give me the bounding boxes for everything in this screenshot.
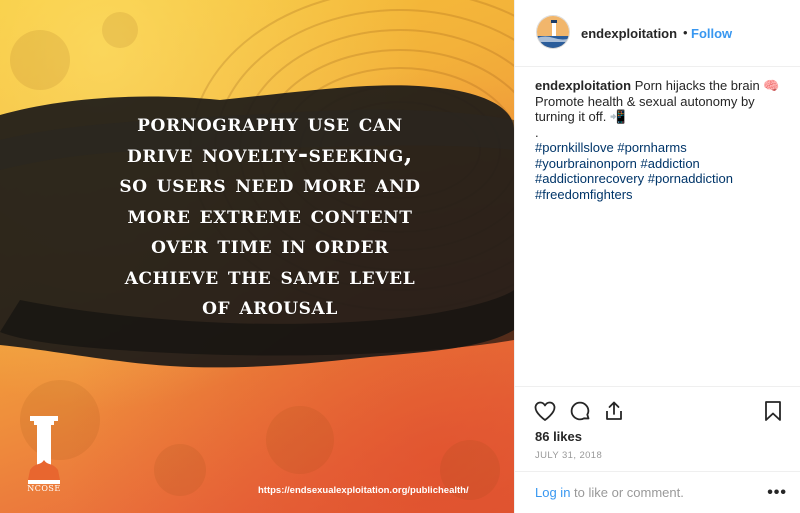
headline-line: over time in order [151,230,389,259]
caption-dot: . [535,124,539,140]
header-separator: • [683,25,688,40]
login-prompt: Log in to like or comment. [535,485,684,500]
bookmark-icon[interactable] [761,399,785,423]
likes-count[interactable]: 86 likes [535,429,582,444]
post-date[interactable]: July 31, 2018 [535,450,602,461]
caption-hashtags[interactable]: #freedomfighters [535,187,785,203]
caption-hashtags[interactable]: #pornkillslove #pornharms [535,140,785,156]
login-bar: Log in to like or comment. ••• [515,471,800,513]
caption-username[interactable]: endexploitation [535,78,631,93]
ncose-logo-text: NCOSE [27,484,61,493]
avatar[interactable] [536,15,570,49]
post-header: endexploitation • Follow [515,0,800,67]
headline-line: Pornography use can [137,108,403,137]
post-caption: endexploitation Porn hijacks the brain 🧠… [535,78,785,202]
image-headline: Pornography use can drive novelty-seekin… [70,108,470,322]
login-prompt-text: to like or comment. [570,485,684,500]
caption-hashtags[interactable]: #addictionrecovery #pornaddiction [535,171,785,187]
image-url-text: https://endsexualexploitation.org/public… [258,485,469,496]
post-image[interactable]: Pornography use can drive novelty-seekin… [0,0,514,513]
heart-icon[interactable] [533,399,557,423]
headline-line: achieve the same level [124,260,416,290]
follow-button[interactable]: Follow [691,26,732,41]
headline-line: so users need more and [119,169,421,198]
header-username[interactable]: endexploitation [581,26,677,41]
headline-line: more extreme content [127,199,413,229]
headline-line: drive novelty-seeking, [127,138,413,168]
share-icon[interactable] [602,399,626,423]
login-link[interactable]: Log in [535,485,570,500]
lighthouse-icon [537,16,569,48]
action-bar [515,386,800,434]
headline-line: of arousal [202,291,338,320]
comment-icon[interactable] [568,399,592,423]
more-options-button[interactable]: ••• [767,484,787,502]
caption-hashtags[interactable]: #yourbrainonporn #addiction [535,156,785,172]
post-sidebar: endexploitation • Follow endexploitation… [514,0,800,513]
